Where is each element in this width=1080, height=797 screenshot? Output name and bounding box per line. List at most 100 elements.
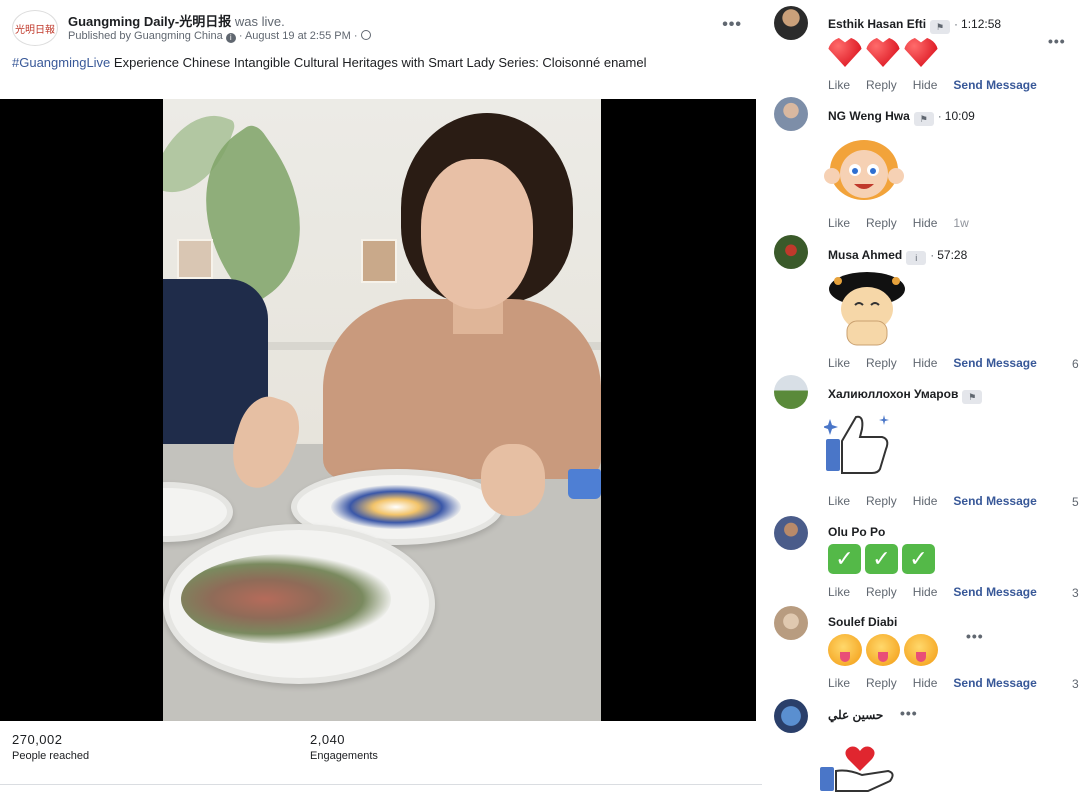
tongue-out-emoji-icon (904, 634, 938, 666)
comment-more-options-icon[interactable]: ••• (966, 628, 984, 644)
truncated-text: 3 (1072, 677, 1079, 691)
avatar[interactable] (774, 235, 808, 269)
comments-panel: Esthik Hasan Efti ⚑ · 1:12:58 ••• Like Reply… (762, 0, 1080, 797)
reply-button[interactable]: Reply (866, 494, 897, 508)
reply-button[interactable]: Reply (866, 216, 897, 230)
send-message-button[interactable]: Send Message (953, 676, 1036, 690)
comment-timestamp[interactable]: · 10:09 (938, 109, 975, 123)
stat-engagements[interactable]: 2,040 Engagements (310, 732, 378, 762)
commenter-name-link[interactable]: Olu Po Po (828, 525, 885, 539)
check-mark-emoji-icon: ✓ (828, 544, 861, 574)
hide-button[interactable]: Hide (913, 585, 938, 599)
hide-button[interactable]: Hide (913, 78, 938, 92)
stat-label: Engagements (310, 750, 378, 762)
timestamp-value: 10:09 (944, 109, 975, 123)
avatar[interactable] (774, 606, 808, 640)
flag-icon: ⚑ (930, 20, 951, 34)
stat-label: People reached (12, 750, 90, 762)
avatar[interactable] (774, 6, 808, 40)
commenter-name-link[interactable]: Soulef Diabi (828, 615, 897, 629)
comment-emoji-content (828, 37, 938, 67)
cartoon-girl-sticker-icon (824, 140, 904, 200)
comment-actions: Like Reply Hide Send Message (828, 585, 1045, 599)
commenter-name-link[interactable]: حسين علي (828, 708, 883, 722)
info-icon[interactable]: i (225, 33, 236, 43)
post-body-text: Experience Chinese Intangible Cultural H… (113, 55, 647, 70)
like-button[interactable]: Like (828, 216, 850, 230)
comment-actions: Like Reply Hide Send Message (828, 494, 1045, 508)
truncated-text: 3 (1072, 586, 1079, 600)
hide-button[interactable]: Hide (913, 676, 938, 690)
hide-button[interactable]: Hide (913, 356, 938, 370)
commenter-name: Olu Po Po (828, 525, 885, 539)
published-by[interactable]: Published by Guangming China (68, 30, 223, 42)
avatar[interactable] (774, 375, 808, 409)
presenter-face (421, 159, 533, 309)
page-avatar-logo-text: 光明日報 (15, 24, 55, 36)
tongue-out-emoji-icon (828, 634, 862, 666)
comment-more-options-icon[interactable]: ••• (900, 705, 918, 721)
comment-timestamp[interactable]: · 57:28 (930, 248, 967, 262)
post-meta: Published by Guangming China i · August … (68, 30, 371, 43)
commenter-name-link[interactable]: NG Weng Hwa (828, 109, 910, 123)
commenter-name-link[interactable]: Musa Ahmed (828, 248, 902, 262)
send-message-button[interactable]: Send Message (953, 78, 1036, 92)
send-message-button[interactable]: Send Message (953, 356, 1036, 370)
was-live-text: was live. (234, 14, 285, 29)
comment-timestamp[interactable]: · 1:12:58 (954, 17, 1001, 31)
commenter-name: Musa Ahmed i · 57:28 (828, 248, 967, 265)
post-text: #GuangmingLive Experience Chinese Intang… (12, 54, 732, 71)
check-mark-emoji-icon: ✓ (902, 544, 935, 574)
comment-more-options-icon[interactable]: ••• (1048, 33, 1066, 49)
post-more-options-icon[interactable]: ••• (722, 16, 742, 34)
comment-actions: Like Reply Hide Send Message (828, 356, 1045, 370)
post-date[interactable]: August 19 at 2:55 PM (245, 30, 351, 42)
check-mark-emoji-icon: ✓ (865, 544, 898, 574)
commenter-name-link[interactable]: Esthik Hasan Efti (828, 17, 926, 31)
heart-emoji-icon (828, 37, 862, 67)
like-button[interactable]: Like (828, 494, 850, 508)
hashtag-link[interactable]: #GuangmingLive (12, 55, 110, 70)
avatar[interactable] (774, 516, 808, 550)
blue-cup (568, 469, 601, 499)
like-button[interactable]: Like (828, 78, 850, 92)
hide-button[interactable]: Hide (913, 494, 938, 508)
flag-icon: ⚑ (962, 390, 983, 404)
reply-button[interactable]: Reply (866, 78, 897, 92)
truncated-text: 5 (1072, 495, 1079, 509)
like-button[interactable]: Like (828, 676, 850, 690)
like-button[interactable]: Like (828, 356, 850, 370)
reply-button[interactable]: Reply (866, 585, 897, 599)
reply-button[interactable]: Reply (866, 356, 897, 370)
comment-actions: Like Reply Hide 1w (828, 216, 985, 230)
avatar[interactable] (774, 699, 808, 733)
send-message-button[interactable]: Send Message (953, 585, 1036, 599)
like-button[interactable]: Like (828, 585, 850, 599)
commenter-name-link[interactable]: Халиюллохон Умаров (828, 387, 958, 401)
avatar[interactable] (774, 97, 808, 131)
cartoon-character-sticker-icon (829, 272, 905, 346)
commenter-name: Soulef Diabi (828, 615, 897, 629)
flag-icon: ⚑ (913, 112, 934, 126)
live-video-post: 光明日報 Guangming Daily-光明日报 was live. Publ… (0, 0, 762, 797)
commenter-name: Esthik Hasan Efti ⚑ · 1:12:58 (828, 17, 1001, 34)
stat-value: 2,040 (310, 732, 346, 747)
video-frame (163, 99, 601, 721)
thumbs-up-sticker-icon (824, 415, 889, 474)
commenter-name: Халиюллохон Умаров ⚑ (828, 387, 983, 404)
stat-people-reached[interactable]: 270,002 People reached (12, 732, 89, 762)
tongue-out-emoji-icon (866, 634, 900, 666)
reply-button[interactable]: Reply (866, 676, 897, 690)
page-name-link[interactable]: Guangming Daily-光明日报 (68, 14, 231, 29)
truncated-text: 6 (1072, 357, 1079, 371)
cloisonne-plate (163, 524, 435, 684)
send-message-button[interactable]: Send Message (953, 494, 1036, 508)
timestamp-value: 57:28 (937, 248, 968, 262)
comment-actions: Like Reply Hide Send Message (828, 676, 1045, 690)
post-insights: 270,002 People reached 2,040 Engagements (0, 722, 762, 797)
page-avatar[interactable]: 光明日報 (12, 10, 58, 46)
plate-design (331, 485, 461, 529)
hide-button[interactable]: Hide (913, 216, 938, 230)
comment-emoji-content: ✓ ✓ ✓ (828, 544, 935, 574)
video-player[interactable] (0, 99, 756, 721)
